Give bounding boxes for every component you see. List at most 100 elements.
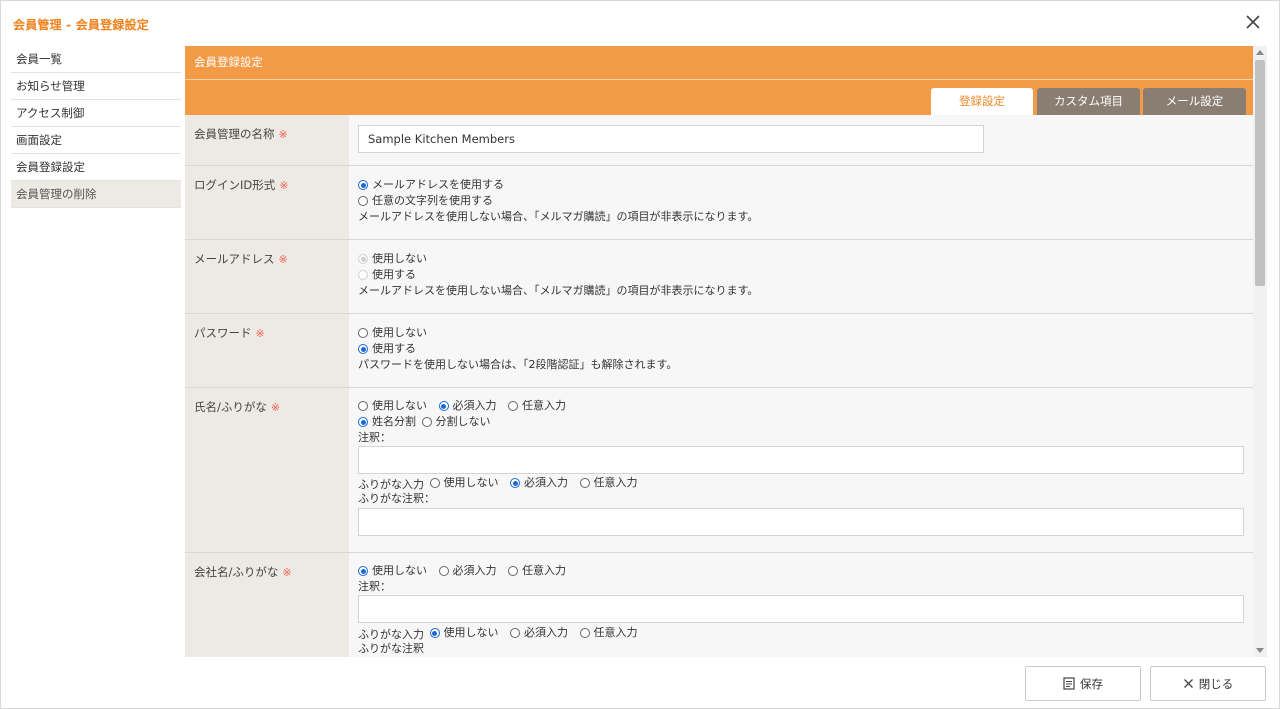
- required-mark: ※: [255, 327, 265, 340]
- close-icon[interactable]: [1243, 12, 1263, 32]
- row-label: ログインID形式 ※: [185, 166, 349, 239]
- required-mark: ※: [279, 179, 289, 192]
- close-icon: [1183, 678, 1194, 689]
- tab-custom-fields[interactable]: カスタム項目: [1037, 88, 1140, 115]
- required-mark: ※: [278, 253, 288, 266]
- radio-icon: [579, 628, 590, 638]
- radio-icon: [358, 401, 368, 411]
- radio-icon: [579, 478, 590, 488]
- tab-registration-settings[interactable]: 登録設定: [931, 88, 1033, 115]
- sidebar-item-screen-settings[interactable]: 画面設定: [11, 127, 181, 154]
- close-button[interactable]: 閉じる: [1150, 666, 1266, 701]
- furigana-optional-radio[interactable]: 任意入力: [579, 475, 638, 491]
- dialog-title: 会員管理 - 会員登録設定: [13, 18, 149, 32]
- dialog-footer: 保存 閉じる: [1, 657, 1279, 709]
- name-no-split-radio[interactable]: 分割しない: [421, 414, 491, 430]
- scroll-up-arrow-icon[interactable]: [1256, 50, 1264, 55]
- company-furigana-not-used-radio[interactable]: 使用しない: [429, 625, 499, 641]
- section-header: 会員登録設定: [185, 46, 1253, 80]
- email-note: メールアドレスを使用しない場合、「メルマガ購読」の項目が非表示になります。: [358, 284, 759, 297]
- company-annotation-input[interactable]: [358, 595, 1244, 623]
- sidebar-item-registration-settings[interactable]: 会員登録設定: [11, 154, 181, 181]
- radio-icon: [421, 417, 432, 427]
- radio-icon: [508, 566, 518, 576]
- login-id-custom-string-radio[interactable]: 任意の文字列を使用する: [358, 193, 493, 209]
- sidebar-item-access-control[interactable]: アクセス制御: [11, 100, 181, 127]
- required-mark: ※: [282, 566, 292, 579]
- email-used-radio: 使用する: [358, 267, 416, 283]
- sidebar-item-delete-member-management[interactable]: 会員管理の削除: [11, 181, 181, 208]
- furigana-annotation-label: ふりがな注釈: [358, 642, 424, 655]
- dialog-titlebar: 会員管理 - 会員登録設定: [1, 1, 1279, 45]
- radio-selected-icon: [510, 478, 520, 488]
- form-row-login-id: ログインID形式 ※ メールアドレスを使用する 任意の文字列を使用する メールアド…: [185, 166, 1253, 240]
- row-label: メールアドレス ※: [185, 240, 349, 313]
- radio-icon: [358, 196, 368, 206]
- name-split-radio[interactable]: 姓名分割: [358, 414, 416, 430]
- furigana-required-radio[interactable]: 必須入力: [510, 475, 568, 491]
- radio-icon: [510, 628, 520, 638]
- furigana-input-label: ふりがな入力: [358, 628, 424, 641]
- password-not-used-radio[interactable]: 使用しない: [358, 325, 427, 341]
- row-body: 使用しない 必須入力 任意入力 注釈： ふりがな入力 使用しない 必須入力 任意…: [349, 553, 1253, 657]
- scroll-down-arrow-icon[interactable]: [1256, 648, 1264, 653]
- sidebar-nav: 会員一覧 お知らせ管理 アクセス制御 画面設定 会員登録設定 会員管理の削除: [11, 46, 181, 208]
- member-registration-dialog: 会員管理 - 会員登録設定 会員一覧 お知らせ管理 アクセス制御 画面設定 会員…: [0, 0, 1280, 709]
- radio-selected-icon: [358, 566, 368, 576]
- furigana-annotation-label: ふりがな注釈：: [358, 492, 435, 505]
- password-note: パスワードを使用しない場合は、「2段階認証」も解除されます。: [358, 358, 678, 371]
- radio-selected-icon: [358, 344, 368, 354]
- radio-selected-icon: [429, 628, 440, 638]
- login-id-email-radio[interactable]: メールアドレスを使用する: [358, 177, 504, 193]
- tab-bar: 登録設定 カスタム項目 メール設定: [185, 80, 1253, 115]
- form-row-fullname: 氏名/ふりがな ※ 使用しない 必須入力 任意入力 姓名分割 分割しない 注釈： …: [185, 388, 1253, 553]
- row-body: 使用しない 必須入力 任意入力 姓名分割 分割しない 注釈： ふりがな入力 使用…: [349, 388, 1253, 552]
- row-label: 会員管理の名称 ※: [185, 115, 349, 165]
- row-label: パスワード ※: [185, 314, 349, 387]
- form-row-email: メールアドレス ※ 使用しない 使用する メールアドレスを使用しない場合、「メルマ…: [185, 240, 1253, 314]
- main-content: 会員登録設定 登録設定 カスタム項目 メール設定 会員管理の名称※ ログインID…: [185, 46, 1253, 657]
- furigana-not-used-radio[interactable]: 使用しない: [429, 475, 499, 491]
- furigana-annotation-input[interactable]: [358, 508, 1244, 536]
- company-optional-radio[interactable]: 任意入力: [508, 563, 566, 579]
- vertical-scrollbar[interactable]: [1253, 46, 1267, 657]
- password-used-radio[interactable]: 使用する: [358, 341, 416, 357]
- company-furigana-required-radio[interactable]: 必須入力: [510, 625, 568, 641]
- fullname-optional-radio[interactable]: 任意入力: [508, 398, 566, 414]
- annotation-label: 注釈：: [358, 431, 391, 444]
- save-button[interactable]: 保存: [1025, 666, 1141, 701]
- row-body: [349, 115, 1253, 165]
- tab-mail-settings[interactable]: メール設定: [1143, 88, 1246, 115]
- furigana-input-label: ふりがな入力: [358, 478, 424, 491]
- sidebar-item-notice-management[interactable]: お知らせ管理: [11, 73, 181, 100]
- row-label: 氏名/ふりがな ※: [185, 388, 349, 552]
- row-body: 使用しない 使用する パスワードを使用しない場合は、「2段階認証」も解除されます…: [349, 314, 1253, 387]
- radio-selected-icon: [438, 401, 449, 411]
- radio-disabled-selected-icon: [358, 254, 368, 264]
- sidebar-item-member-list[interactable]: 会員一覧: [11, 46, 181, 73]
- fullname-not-used-radio[interactable]: 使用しない: [358, 398, 427, 414]
- company-not-used-radio[interactable]: 使用しない: [358, 563, 427, 579]
- radio-icon: [508, 401, 518, 411]
- company-required-radio[interactable]: 必須入力: [438, 563, 497, 579]
- scrollbar-thumb[interactable]: [1255, 60, 1265, 286]
- company-furigana-optional-radio[interactable]: 任意入力: [579, 625, 638, 641]
- radio-disabled-icon: [358, 270, 368, 280]
- row-body: メールアドレスを使用する 任意の文字列を使用する メールアドレスを使用しない場合…: [349, 166, 1253, 239]
- fullname-required-radio[interactable]: 必須入力: [438, 398, 497, 414]
- required-mark: ※: [270, 401, 281, 414]
- email-not-used-radio: 使用しない: [358, 251, 427, 267]
- member-management-name-input[interactable]: [358, 125, 984, 153]
- fullname-annotation-input[interactable]: [358, 446, 1244, 474]
- form-row-company: 会社名/ふりがな ※ 使用しない 必須入力 任意入力 注釈： ふりがな入力 使用し…: [185, 553, 1253, 657]
- radio-icon: [358, 328, 368, 338]
- row-label: 会社名/ふりがな ※: [185, 553, 349, 657]
- row-body: 使用しない 使用する メールアドレスを使用しない場合、「メルマガ購読」の項目が非…: [349, 240, 1253, 313]
- login-id-note: メールアドレスを使用しない場合、「メルマガ購読」の項目が非表示になります。: [358, 210, 759, 223]
- form-row-password: パスワード ※ 使用しない 使用する パスワードを使用しない場合は、「2段階認証」…: [185, 314, 1253, 388]
- radio-selected-icon: [358, 417, 368, 427]
- save-document-icon: [1063, 677, 1075, 690]
- radio-selected-icon: [358, 180, 368, 190]
- annotation-label: 注釈：: [358, 580, 391, 593]
- radio-icon: [438, 566, 449, 576]
